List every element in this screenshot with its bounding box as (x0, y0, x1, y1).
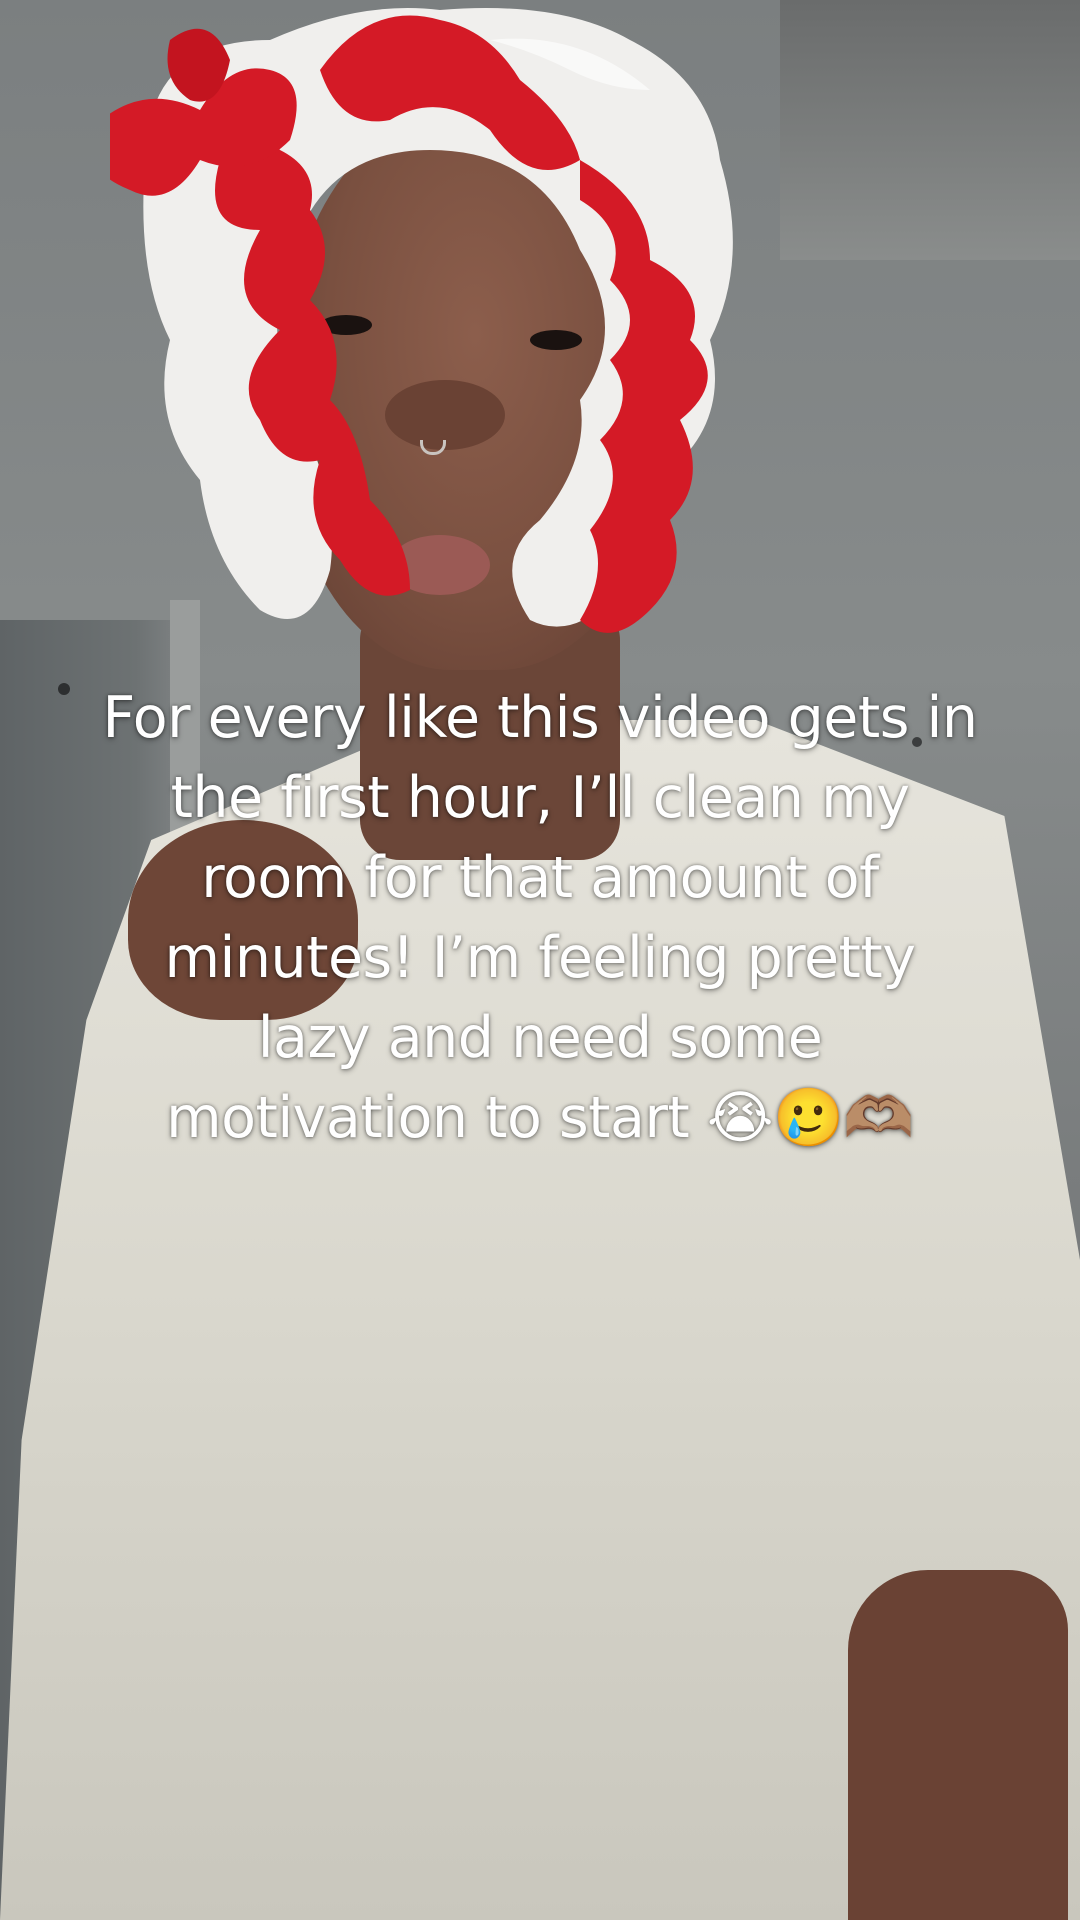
video-caption: For every like this video gets in the fi… (102, 685, 979, 1151)
ceiling-shadow (780, 0, 1080, 260)
wall-hole (58, 683, 70, 695)
video-frame[interactable]: For every like this video gets in the fi… (0, 0, 1080, 1920)
red-white-bonnet (110, 8, 733, 633)
right-arm (848, 1570, 1068, 1920)
